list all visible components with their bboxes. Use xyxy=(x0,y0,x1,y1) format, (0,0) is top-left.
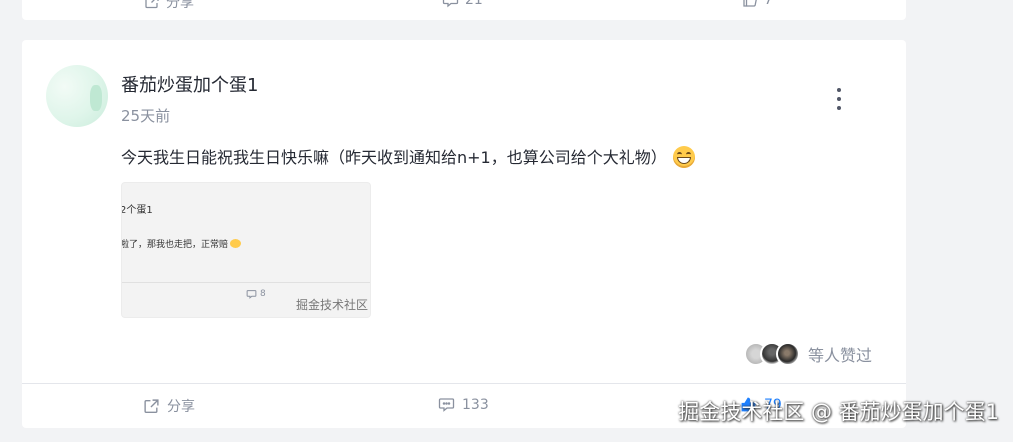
grinning-face-icon xyxy=(672,146,695,168)
previous-post-card: 分享 21 7 xyxy=(22,0,906,20)
share-icon xyxy=(144,398,159,413)
previous-post-actions: 分享 21 7 xyxy=(22,0,906,20)
likers-summary[interactable]: 等人赞过 xyxy=(744,341,872,367)
post-text: 今天我生日能祝我生日快乐嘛（昨天收到通知给n+1，也算公司给个大礼物） xyxy=(121,148,667,167)
comment-button[interactable]: 133 xyxy=(438,396,489,413)
more-dots-icon xyxy=(837,88,841,110)
username[interactable]: 番茄炒蛋加个蛋1 xyxy=(121,71,258,97)
previous-like-button[interactable]: 7 xyxy=(742,0,773,8)
comment-count: 133 xyxy=(462,396,489,413)
previous-like-count: 7 xyxy=(764,0,773,8)
share-label: 分享 xyxy=(167,399,195,415)
comment-icon xyxy=(246,290,257,299)
image-divider xyxy=(122,282,370,283)
image-text-line-2-content: 啦了，那我也走把，正常赔 xyxy=(121,240,229,250)
comment-icon xyxy=(442,0,459,8)
share-button[interactable]: 分享 xyxy=(143,396,195,416)
post-card: 番茄炒蛋加个蛋1 25天前 今天我生日能祝我生日快乐嘛（昨天收到通知给n+1，也… xyxy=(22,40,906,428)
post-content: 今天我生日能祝我生日快乐嘛（昨天收到通知给n+1，也算公司给个大礼物） xyxy=(121,144,695,168)
image-text-line-1: 2个蛋1 xyxy=(121,205,153,216)
thumbs-up-icon xyxy=(743,0,757,7)
liker-avatar xyxy=(776,342,800,366)
previous-comment-count: 21 xyxy=(465,0,483,8)
laughing-emoji-icon xyxy=(230,239,242,248)
post-image[interactable]: 2个蛋1 啦了，那我也走把，正常赔 8 掘金技术社区 xyxy=(121,182,371,318)
post-time: 25天前 xyxy=(121,107,171,125)
previous-share-button[interactable]: 分享 xyxy=(144,0,194,12)
image-text-line-2: 啦了，那我也走把，正常赔 xyxy=(121,237,242,250)
image-watermark: 掘金技术社区 xyxy=(295,298,368,312)
image-comment-count-value: 8 xyxy=(260,289,266,299)
previous-share-label: 分享 xyxy=(166,0,194,11)
comment-icon xyxy=(438,398,455,412)
page-watermark: 掘金技术社区 @ 番茄炒蛋加个蛋1 xyxy=(678,400,999,424)
image-comment-count: 8 xyxy=(246,289,266,299)
more-menu-button[interactable] xyxy=(830,88,848,110)
share-icon xyxy=(145,0,159,9)
likers-text: 等人赞过 xyxy=(808,346,873,365)
avatar[interactable] xyxy=(46,65,108,127)
previous-comment-button[interactable]: 21 xyxy=(442,0,483,8)
